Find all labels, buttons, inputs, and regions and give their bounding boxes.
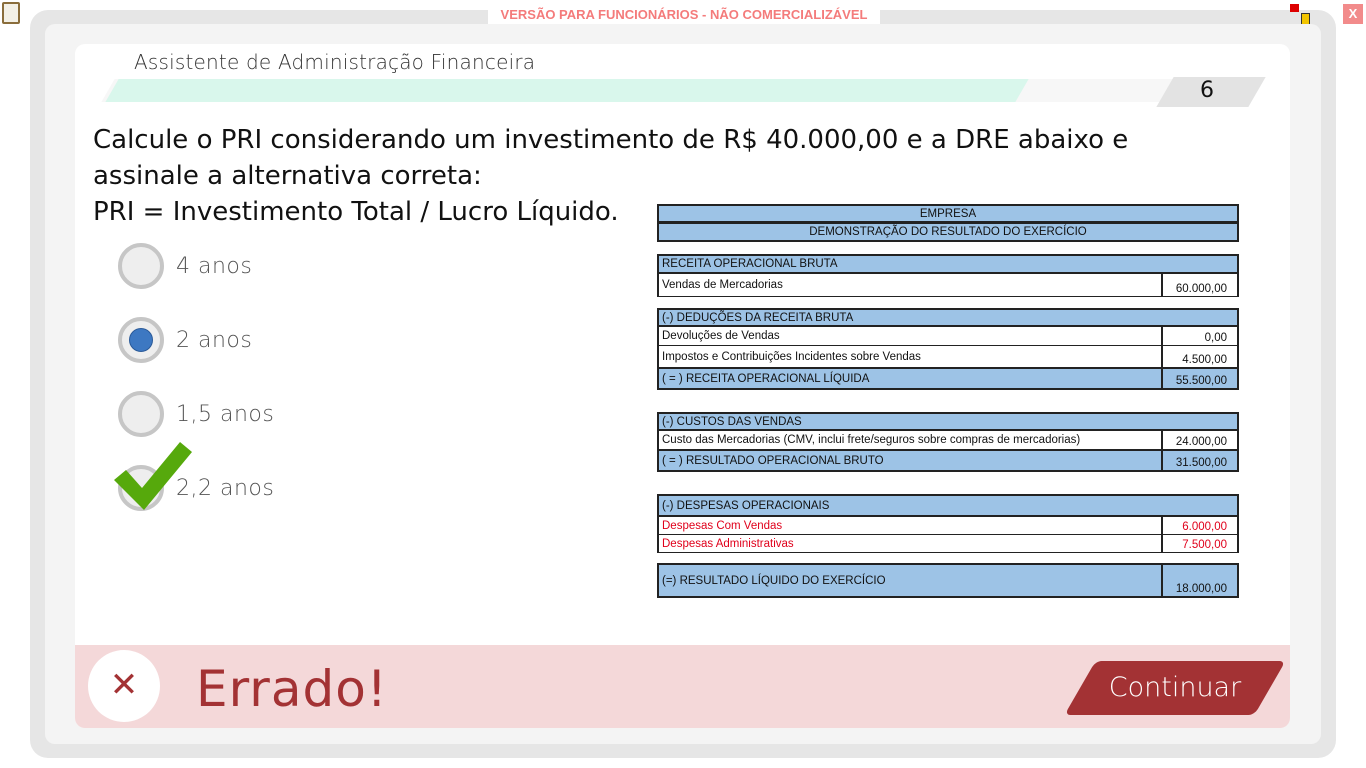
dre-table: EMPRESA DEMONSTRAÇÃO DO RESULTADO DO EXE… bbox=[657, 204, 1239, 598]
row-label: Impostos e Contribuições Incidentes sobr… bbox=[662, 350, 921, 363]
option-label: 2 anos bbox=[176, 327, 253, 353]
row-value: 24.000,00 bbox=[1161, 431, 1237, 449]
row-value: 4.500,00 bbox=[1161, 346, 1237, 367]
row-label: Vendas de Mercadorias bbox=[662, 279, 783, 291]
close-button[interactable]: X bbox=[1343, 4, 1363, 24]
option-2-anos[interactable]: 2 anos bbox=[118, 317, 252, 363]
row-value: 7.500,00 bbox=[1161, 535, 1237, 552]
clipboard-icon[interactable] bbox=[2, 2, 20, 24]
dre-header-title: DEMONSTRAÇÃO DO RESULTADO DO EXERCÍCIO bbox=[657, 222, 1239, 242]
row-label: Despesas Com Vendas bbox=[662, 519, 783, 532]
dre-total: ( = ) RECEITA OPERACIONAL LÍQUIDA 55.500,… bbox=[657, 367, 1239, 390]
feedback-text: Errado! bbox=[196, 660, 388, 718]
row-value: 60.000,00 bbox=[1161, 274, 1237, 296]
dre-section: (-) DESPESAS OPERACIONAIS bbox=[657, 494, 1239, 517]
dre-section: RECEITA OPERACIONAL BRUTA bbox=[657, 254, 1239, 274]
row-value: 31.500,00 bbox=[1161, 451, 1237, 470]
row-label: Custo das Mercadorias (CMV, inclui frete… bbox=[662, 434, 1081, 446]
dre-row: Despesas Com Vendas 6.000,00 bbox=[657, 516, 1239, 535]
row-label: ( = ) RESULTADO OPERACIONAL BRUTO bbox=[662, 454, 884, 467]
row-value: 55.500,00 bbox=[1161, 369, 1237, 388]
x-icon: ✕ bbox=[88, 650, 160, 722]
row-label: Despesas Administrativas bbox=[662, 537, 794, 550]
dre-section: (-) DEDUÇÕES DA RECEITA BRUTA bbox=[657, 308, 1239, 327]
row-label: (=) RESULTADO LÍQUIDO DO EXERCÍCIO bbox=[662, 574, 886, 587]
page-number: 6 bbox=[1200, 78, 1214, 103]
radio-button-selected[interactable] bbox=[118, 317, 164, 363]
dre-header-company: EMPRESA bbox=[657, 204, 1239, 223]
watermark-banner: VERSÃO PARA FUNCIONÁRIOS - NÃO COMERCIAL… bbox=[488, 5, 880, 25]
dre-company: EMPRESA bbox=[919, 207, 977, 220]
progress-fill bbox=[105, 79, 1029, 102]
radio-button[interactable] bbox=[118, 243, 164, 289]
app-title: Assistente de Administração Financeira bbox=[134, 50, 536, 74]
dre-row: Despesas Administrativas 7.500,00 bbox=[657, 534, 1239, 553]
row-label: (-) DESPESAS OPERACIONAIS bbox=[662, 499, 830, 512]
row-label: (-) DEDUÇÕES DA RECEITA BRUTA bbox=[662, 311, 854, 324]
continue-button[interactable] bbox=[1064, 661, 1286, 715]
row-value: 6.000,00 bbox=[1161, 517, 1237, 534]
dre-total: ( = ) RESULTADO OPERACIONAL BRUTO 31.500,… bbox=[657, 449, 1239, 472]
network-status-icon[interactable] bbox=[1290, 4, 1312, 26]
row-label: RECEITA OPERACIONAL BRUTA bbox=[662, 258, 838, 270]
question-line: Calcule o PRI considerando um investimen… bbox=[93, 125, 1129, 155]
option-1-5-anos[interactable]: 1,5 anos bbox=[118, 391, 274, 437]
dre-row: Custo das Mercadorias (CMV, inclui frete… bbox=[657, 430, 1239, 450]
radio-dot bbox=[129, 328, 153, 352]
row-label: (-) CUSTOS DAS VENDAS bbox=[662, 415, 802, 428]
radio-button[interactable] bbox=[118, 391, 164, 437]
option-4-anos[interactable]: 4 anos bbox=[118, 243, 252, 289]
row-value: 0,00 bbox=[1161, 327, 1237, 345]
dre-row: Impostos e Contribuições Incidentes sobr… bbox=[657, 345, 1239, 368]
row-label: ( = ) RECEITA OPERACIONAL LÍQUIDA bbox=[662, 372, 870, 385]
dre-row: Devoluções de Vendas 0,00 bbox=[657, 326, 1239, 346]
option-label: 1,5 anos bbox=[176, 401, 275, 427]
option-label: 4 anos bbox=[176, 253, 253, 279]
correct-checkmark-icon bbox=[114, 442, 192, 510]
row-label: Devoluções de Vendas bbox=[662, 330, 780, 342]
dre-title: DEMONSTRAÇÃO DO RESULTADO DO EXERCÍCIO bbox=[809, 226, 1087, 238]
dre-net-result: (=) RESULTADO LÍQUIDO DO EXERCÍCIO 18.000… bbox=[657, 563, 1239, 598]
question-line: assinale a alternativa correta: bbox=[93, 161, 482, 191]
row-value: 18.000,00 bbox=[1161, 565, 1237, 596]
dre-row: Vendas de Mercadorias 60.000,00 bbox=[657, 273, 1239, 297]
dre-section: (-) CUSTOS DAS VENDAS bbox=[657, 412, 1239, 431]
